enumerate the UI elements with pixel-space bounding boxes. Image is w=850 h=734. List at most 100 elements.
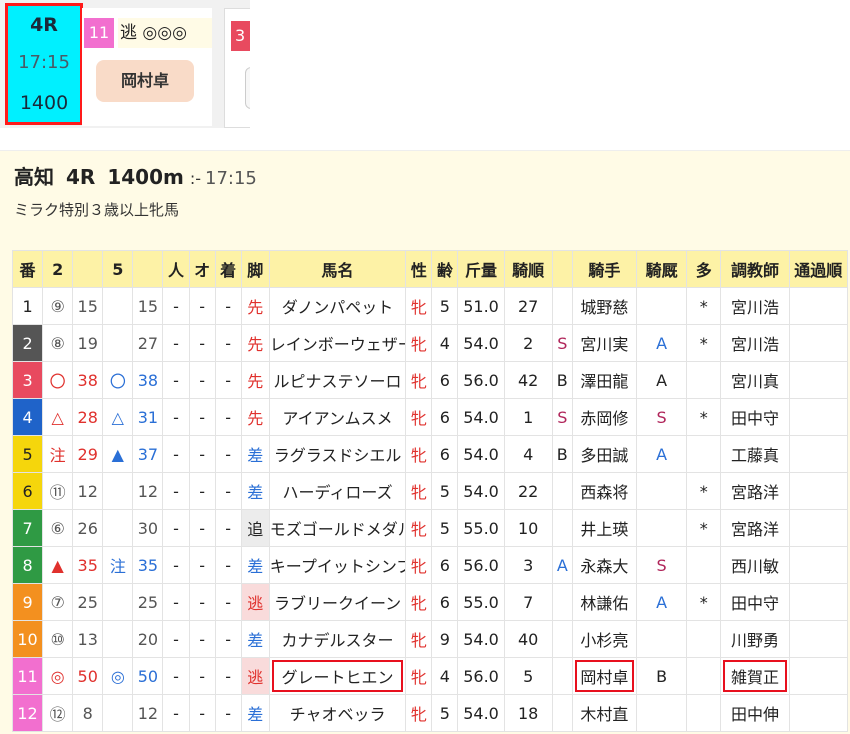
score-2: 29 [72, 435, 104, 473]
column-header[interactable]: 多 [686, 250, 722, 288]
table-row[interactable]: 4 △ 28 △ 31- - - 先アイアンムスメ牝 6 54.0 1 S 赤岡修 S * 田中守 [11, 398, 849, 436]
column-header[interactable]: 馬名 [268, 250, 407, 288]
mark-2: ◎ [42, 657, 74, 695]
column-header[interactable]: 騎順 [503, 250, 553, 288]
multi-mark [686, 620, 722, 658]
horse-name[interactable]: グレートヒエン [268, 657, 407, 695]
running-style: 逃 [240, 657, 270, 695]
horse-name[interactable]: ラグラスドシエル [268, 435, 407, 473]
horse-name[interactable]: ラブリークイーン [268, 583, 407, 621]
table-row[interactable]: 2 ⑧ 19 27- - - 先レインボーウェザー牝 4 54.0 2 S 宮川実 A * 宮川浩 [11, 324, 849, 362]
jockey-order: 7 [503, 583, 553, 621]
pick-card[interactable]: 11 逃 ◎◎◎ 岡村卓 [82, 8, 212, 126]
jockey-stable: A [636, 324, 688, 362]
column-header[interactable]: 騎厩 [636, 250, 688, 288]
pick-jockey-button[interactable]: 岡村卓 [96, 60, 194, 102]
jockey-symbol: B [551, 361, 573, 399]
running-style: 先 [240, 324, 270, 362]
horse-name[interactable]: ダノンパペット [268, 287, 407, 325]
passing-order [788, 694, 849, 732]
multi-mark: * [686, 472, 722, 510]
popularity: - [162, 324, 190, 362]
column-header[interactable]: 性 [405, 250, 433, 288]
table-row[interactable]: 3 〇 38 〇 38- - - 先ルピナステソーロ牝 6 56.0 42 B 澤田龍 A 宮川真 [11, 361, 849, 399]
sex: 牝 [405, 472, 433, 510]
mark-2: ⑫ [42, 694, 74, 732]
jockey-stable: S [636, 398, 688, 436]
table-row[interactable]: 12 ⑫ 8 12- - - 差チャオベッラ牝 5 54.0 18 木村直 田中伸 [11, 694, 849, 732]
horse-name[interactable]: キープイットシンプ [268, 546, 407, 584]
passing-order [788, 472, 849, 510]
table-row[interactable]: 9 ⑦ 25 25- - - 逃ラブリークイーン牝 6 55.0 7 林謙佑 A * 田中守 [11, 583, 849, 621]
mark-5 [102, 509, 134, 547]
column-header[interactable] [72, 250, 104, 288]
jockey-order: 10 [503, 509, 553, 547]
mark-2: ⑪ [42, 472, 74, 510]
column-header[interactable]: 齢 [431, 250, 459, 288]
trainer-name: 工藤真 [720, 435, 790, 473]
column-header[interactable]: 2 [42, 250, 74, 288]
table-row[interactable]: 5 注 29 ▲ 37- - - 差ラグラスドシエル牝 6 54.0 4 B 多田誠 A 工藤真 [11, 435, 849, 473]
trainer-name: 雑賀正 [720, 657, 790, 695]
race-tile-4r[interactable]: 4R 17:15 1400 [8, 6, 80, 122]
age: 4 [431, 657, 459, 695]
jockey-order: 5 [503, 657, 553, 695]
horse-name[interactable]: ルピナステソーロ [268, 361, 407, 399]
finish: - [214, 546, 242, 584]
race-tile-distance: 1400 [19, 92, 69, 114]
table-row[interactable]: 8 ▲ 35 注 35- - - 差キープイットシンプ牝 6 56.0 3 A 永森大 S 西川敏 [11, 546, 849, 584]
finish: - [214, 361, 242, 399]
horse-name[interactable]: モズゴールドメダル [268, 509, 407, 547]
age: 5 [431, 472, 459, 510]
carried-weight: 55.0 [457, 509, 505, 547]
column-header[interactable]: 人 [162, 250, 190, 288]
score-2: 8 [72, 694, 104, 732]
jockey-name: 城野慈 [571, 287, 638, 325]
sex: 牝 [405, 361, 433, 399]
score-5: 37 [132, 435, 164, 473]
score-2: 28 [72, 398, 104, 436]
table-row[interactable]: 1 ⑨ 15 15- - - 先ダノンパペット牝 5 51.0 27 城野慈 * 宮川浩 [11, 287, 849, 325]
score-2: 19 [72, 324, 104, 362]
finish: - [214, 620, 242, 658]
jockey-name: 赤岡修 [571, 398, 638, 436]
trainer-name: 宮川浩 [720, 287, 790, 325]
jockey-order: 18 [503, 694, 553, 732]
horse-number: 2 [11, 324, 44, 362]
next-pick-button[interactable] [245, 67, 250, 109]
table-row[interactable]: 6 ⑪ 12 12- - - 差ハーディローズ牝 5 54.0 22 西森将 * 宮路洋 [11, 472, 849, 510]
passing-order [788, 361, 849, 399]
sex: 牝 [405, 620, 433, 658]
table-row[interactable]: 7 ⑥ 26 30- - - 追モズゴールドメダル牝 5 55.0 10 井上瑛 * 宮路洋 [11, 509, 849, 547]
sex: 牝 [405, 324, 433, 362]
column-header[interactable]: オ [188, 250, 216, 288]
column-header[interactable]: 調教師 [720, 250, 790, 288]
running-style: 先 [240, 398, 270, 436]
next-pick-card[interactable]: 3 [224, 8, 250, 128]
column-header[interactable]: 騎手 [571, 250, 638, 288]
race-time: 17:15 [205, 168, 257, 189]
horse-name[interactable]: チャオベッラ [268, 694, 407, 732]
horse-name[interactable]: アイアンムスメ [268, 398, 407, 436]
score-5: 12 [132, 472, 164, 510]
score-2: 12 [72, 472, 104, 510]
column-header[interactable]: 斤量 [457, 250, 505, 288]
column-header[interactable]: 番 [11, 250, 44, 288]
column-header[interactable] [551, 250, 573, 288]
trainer-name: 田中伸 [720, 694, 790, 732]
table-row[interactable]: 11 ◎ 50 ◎ 50- - - 逃グレートヒエン牝 4 56.0 5 岡村卓 B 雑賀正 [11, 657, 849, 695]
horse-name[interactable]: ハーディローズ [268, 472, 407, 510]
column-header[interactable] [132, 250, 164, 288]
column-header[interactable]: 5 [102, 250, 134, 288]
horse-name[interactable]: レインボーウェザー [268, 324, 407, 362]
horse-number: 10 [11, 620, 44, 658]
jockey-order: 4 [503, 435, 553, 473]
mark-2: ⑩ [42, 620, 74, 658]
column-header[interactable]: 脚 [240, 250, 270, 288]
sex: 牝 [405, 398, 433, 436]
column-header[interactable]: 着 [214, 250, 242, 288]
table-row[interactable]: 10 ⑩ 13 20- - - 差カナデルスター牝 9 54.0 40 小杉亮 川野勇 [11, 620, 849, 658]
horse-name[interactable]: カナデルスター [268, 620, 407, 658]
carried-weight: 55.0 [457, 583, 505, 621]
column-header[interactable]: 通過順 [788, 250, 849, 288]
